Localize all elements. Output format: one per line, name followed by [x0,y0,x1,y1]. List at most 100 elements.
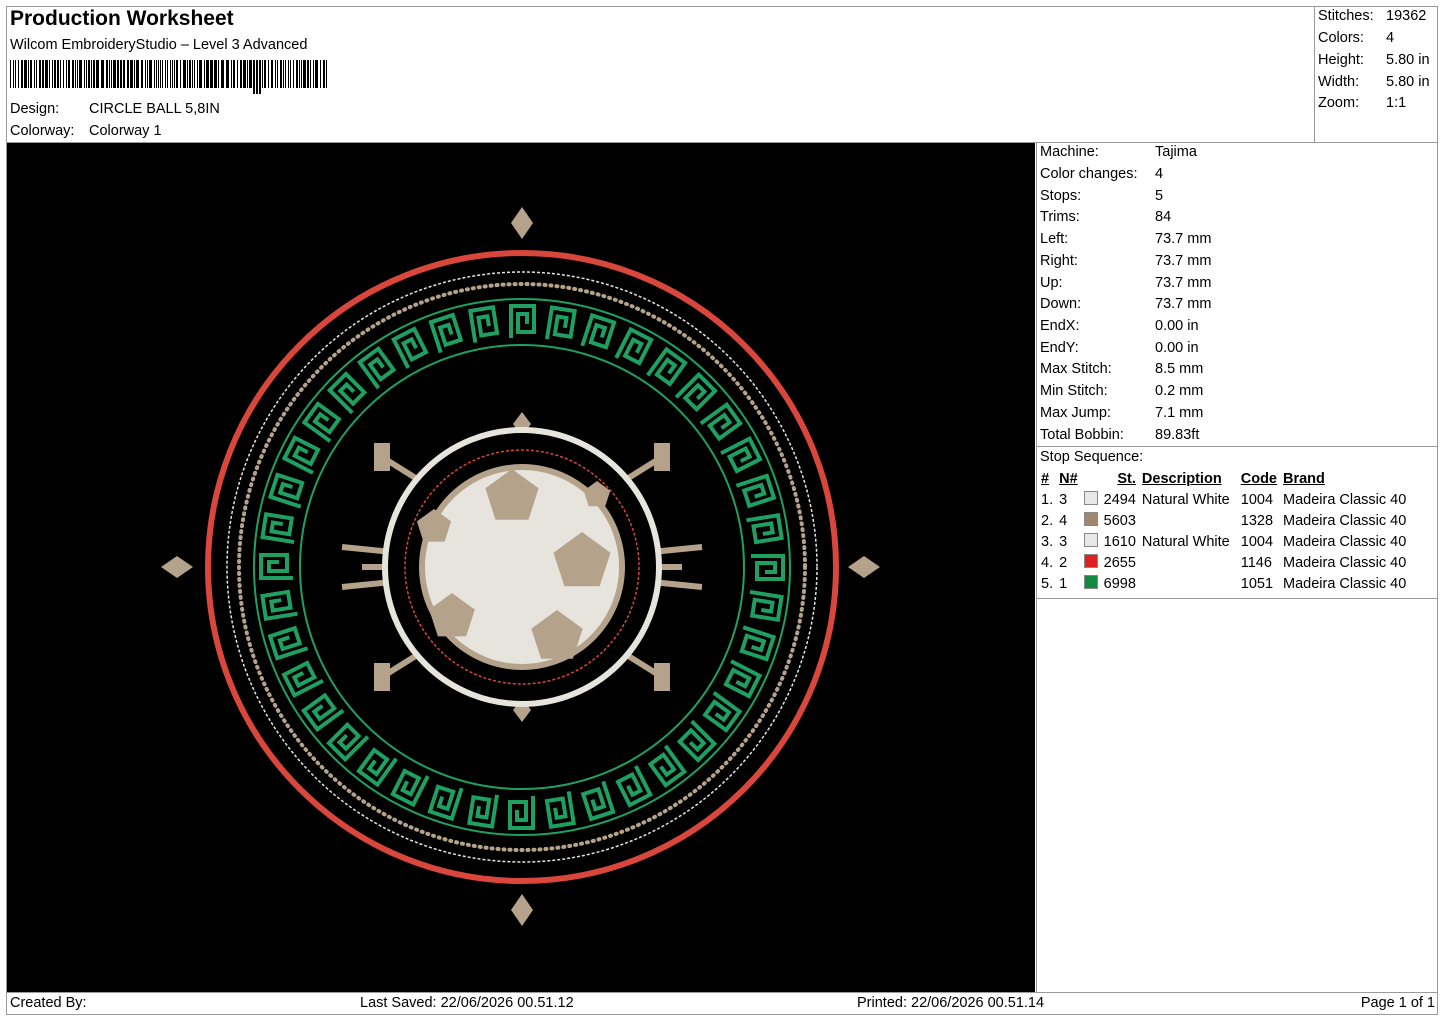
barcode-bar [323,60,325,88]
barcode-bar [93,60,95,88]
row-brand: Madeira Classic 40 [1283,554,1407,571]
design-row: Design: CIRCLE BALL 5,8IN [10,101,220,117]
corner-block [654,663,670,691]
col-needle: N# [1059,470,1078,487]
machine-label: Up: [1040,275,1063,291]
stat-label: Zoom: [1318,95,1360,111]
thread-color-swatch [1083,575,1098,589]
barcode-bar [72,60,74,88]
barcode-bar [10,60,11,88]
barcode-bar [117,60,119,88]
color-swatch [1081,552,1101,573]
barcode-bar [233,60,235,88]
machine-value: 5 [1155,188,1164,204]
stat-colors: Colors: 4 [1318,30,1394,46]
barcode-bar [280,60,282,88]
corner-block [654,443,670,471]
barcode-bar [307,60,309,88]
table-row: 1. 3 2494 Natural White 1004 Madeira Classic … [1038,489,1409,510]
footer-divider [6,992,1438,993]
stat-stitches: Stitches: 19362 [1318,8,1426,24]
machine-row: EndY: 0.00 in [1040,340,1199,356]
machine-value: Tajima [1155,144,1197,160]
barcode-bar [262,60,263,88]
row-brand: Madeira Classic 40 [1283,491,1407,508]
machine-value: 73.7 mm [1155,231,1212,247]
machine-row: Max Jump: 7.1 mm [1040,405,1203,421]
barcode-bar [75,60,76,88]
machine-label: EndX: [1040,318,1080,334]
barcode-bar [113,60,116,88]
barcode-bar [256,60,258,94]
barcode-bar [218,60,219,88]
row-stitches: 1610 [1103,533,1136,550]
barcode-bar [156,60,157,88]
barcode-bar [88,60,90,88]
stat-label: Stitches: [1318,8,1374,24]
color-swatch [1081,531,1101,552]
stat-height: Height: 5.80 in [1318,52,1430,68]
barcode-bar [141,60,143,88]
barcode-bar [162,60,163,88]
table-row: 4. 2 2655 1146 Madeira Classic 40 [1038,552,1409,573]
design-sidebar-divider [1036,142,1037,993]
stat-label: Height: [1318,52,1364,68]
barcode-bar [30,60,32,88]
barcode-bar [123,60,125,88]
machine-divider [1036,446,1438,447]
barcode-bar [84,60,85,88]
barcode-bar [210,60,213,88]
col-swatch [1081,468,1101,489]
barcode-bar [174,60,175,88]
barcode-bar [57,60,59,88]
barcode-bar [34,60,35,88]
stat-width: Width: 5.80 in [1318,74,1430,90]
barcode-bar [315,60,318,88]
barcode-bar [154,60,155,88]
barcode [10,60,327,94]
row-code: 1328 [1240,512,1274,529]
stat-value: 1:1 [1386,95,1407,111]
barcode-bar [183,60,186,88]
row-stitches: 2494 [1103,491,1136,508]
table-row: 3. 3 1610 Natural White 1004 Madeira Classic … [1038,531,1409,552]
barcode-bar [247,60,248,88]
machine-row: Min Stitch: 0.2 mm [1040,383,1203,399]
barcode-bar [310,60,311,88]
row-needle: 4 [1059,512,1068,529]
row-index: 5. [1041,575,1054,592]
barcode-bar [187,60,188,88]
page-title: Production Worksheet [10,7,234,30]
barcode-bar [63,60,64,88]
barcode-bar [197,60,198,88]
row-needle: 3 [1059,533,1068,550]
barcode-bar [86,60,87,88]
row-index: 2. [1041,512,1054,529]
machine-value: 8.5 mm [1155,361,1204,377]
barcode-bar [176,60,178,88]
machine-value: 0.2 mm [1155,383,1204,399]
barcode-bar [167,60,168,88]
row-needle: 1 [1059,575,1068,592]
barcode-bar [42,60,44,88]
barcode-bar [127,60,129,88]
stat-value: 5.80 in [1386,52,1430,68]
barcode-bar [28,60,29,88]
machine-label: Max Jump: [1040,405,1111,421]
barcode-bar [54,60,56,88]
barcode-bar [52,60,53,88]
machine-row: EndX: 0.00 in [1040,318,1199,334]
machine-row: Down: 73.7 mm [1040,296,1211,312]
barcode-bar [13,60,14,88]
row-needle: 3 [1059,491,1068,508]
row-description: Natural White [1141,491,1230,508]
row-description: Natural White [1141,533,1230,550]
machine-row: Total Bobbin: 89.83ft [1040,427,1199,443]
row-index: 1. [1041,491,1054,508]
corner-block [374,443,390,471]
stat-value: 5.80 in [1386,74,1430,90]
col-code: Code [1240,470,1277,487]
row-stitches: 5603 [1103,512,1136,529]
software-name: Wilcom EmbroideryStudio – Level 3 Advanc… [10,37,308,53]
color-swatch [1081,510,1101,531]
